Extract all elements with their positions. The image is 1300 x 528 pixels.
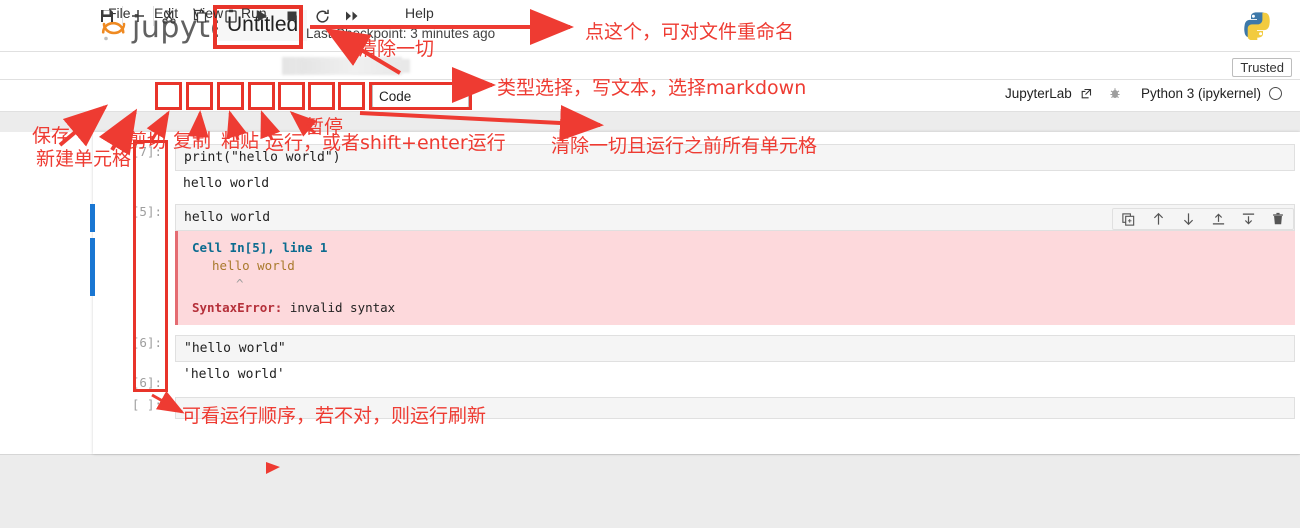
annotation-clear-all: 清除一切: [358, 38, 435, 60]
cell-output-error: Cell In[5], line 1 hello world ^ SyntaxE…: [175, 231, 1295, 325]
annotation-cut: 剪切: [128, 130, 167, 152]
cell-source[interactable]: "hello world": [175, 334, 1295, 362]
cell-output-stream: hello world: [183, 176, 270, 191]
annotation-rename-file: 点这个，可对文件重命名: [585, 21, 795, 43]
stop-icon: [287, 11, 297, 21]
cell-selection-bar-output: [90, 238, 95, 296]
cell-action-toolbar[interactable]: [1112, 208, 1294, 230]
annotation-cell-type: 类型选择，写文本，选择markdown: [497, 77, 807, 99]
bug-icon: [1110, 88, 1120, 99]
insert-cell-button[interactable]: [127, 5, 149, 27]
error-name: SyntaxError: invalid syntax: [192, 299, 1287, 317]
toolbar-separator-1: [122, 6, 123, 26]
chevron-down-icon: ⌄: [452, 90, 462, 103]
restart-run-all-button[interactable]: [341, 5, 363, 27]
save-icon: [101, 10, 113, 22]
move-cell-up-icon[interactable]: [1151, 211, 1166, 227]
delete-cell-icon[interactable]: [1271, 211, 1285, 227]
restart-icon: [315, 9, 329, 23]
notebook-background-bottom: [0, 454, 1300, 528]
kernel-status-icon[interactable]: [1269, 87, 1283, 100]
python-logo-icon: [1244, 12, 1270, 40]
error-location: Cell In[5], line 1: [192, 240, 328, 255]
error-source-line: hello world: [212, 258, 295, 274]
move-cell-down-icon[interactable]: [1181, 211, 1196, 227]
cell-output-execution-count: [6]:: [131, 374, 162, 390]
fast-forward-icon: [345, 11, 357, 21]
annotation-new-cell: 新建单元格: [36, 148, 132, 170]
cell-type-dropdown[interactable]: Code ⌄: [372, 84, 469, 108]
annotation-restart-run-all: 清除一切且运行之前所有单元格: [551, 135, 818, 157]
copy-icon: [193, 9, 207, 23]
annotation-pause: 暂停: [305, 116, 344, 138]
clipboard-icon: [225, 9, 237, 23]
menu-item-help[interactable]: Help: [398, 4, 441, 22]
annotation-run: 运行，或者shift+enter运行: [265, 132, 506, 154]
debugger-toggle[interactable]: [1108, 86, 1122, 100]
notebook-cell[interactable]: [6]: "hello world" [6]: 'hello world': [93, 334, 1300, 390]
notebook-cell-selected[interactable]: [5]: hello world Cell In[5], line 1 hell…: [90, 204, 1300, 325]
restart-button[interactable]: [311, 5, 333, 27]
cell-execution-count: [5]:: [131, 204, 162, 219]
error-message: invalid syntax: [282, 300, 396, 316]
interrupt-button[interactable]: [281, 5, 303, 27]
external-link-icon: [1081, 88, 1091, 98]
redacted-menu-region-2: [300, 59, 410, 73]
plus-icon: [132, 10, 144, 22]
jupyterlab-label: JupyterLab: [1005, 86, 1072, 101]
duplicate-cell-icon[interactable]: [1121, 212, 1136, 227]
toolbar-separator-2: [153, 6, 154, 26]
kernel-name-label: Python 3 (ipykernel): [1141, 86, 1262, 101]
save-button[interactable]: [96, 5, 118, 27]
trusted-badge[interactable]: Trusted: [1232, 58, 1292, 77]
cut-button[interactable]: [158, 5, 180, 27]
cell-type-value: Code: [379, 88, 412, 104]
jupyterlab-link[interactable]: JupyterLab: [1005, 86, 1092, 101]
cell-execution-count: [6]:: [131, 334, 162, 350]
kernel-indicator[interactable]: Python 3 (ipykernel): [1141, 86, 1283, 101]
cell-execution-count: [ ]:: [131, 396, 162, 412]
annotation-copy: 复制: [173, 130, 212, 152]
paste-button[interactable]: [220, 5, 242, 27]
error-type: SyntaxError:: [192, 300, 283, 316]
play-icon: [258, 10, 267, 22]
insert-cell-below-icon[interactable]: [1241, 211, 1256, 227]
run-button[interactable]: [251, 5, 273, 27]
annotation-exec-order: 可看运行顺序，若不对，则运行刷新: [182, 405, 487, 427]
insert-cell-above-icon[interactable]: [1211, 211, 1226, 227]
copy-button[interactable]: [189, 5, 211, 27]
annotation-paste: 粘贴: [221, 130, 260, 152]
cell-output-result: 'hello world': [183, 366, 285, 382]
scissors-icon: [162, 10, 176, 24]
error-caret: ^: [236, 276, 244, 292]
